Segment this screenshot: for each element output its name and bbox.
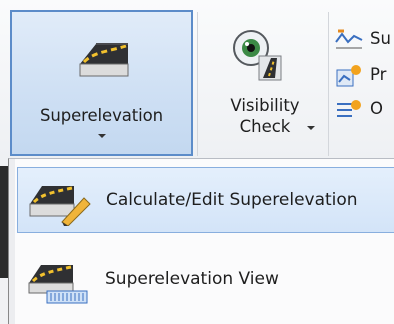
superelevation-view-icon xyxy=(28,265,88,304)
small-command-superelevation[interactable]: Su xyxy=(332,26,394,54)
superelevation-button-dropdown[interactable]: Superelevation xyxy=(12,88,191,154)
calculate-edit-superelevation-icon xyxy=(29,186,91,226)
ribbon-divider xyxy=(197,12,198,156)
window-edge xyxy=(0,166,8,278)
visibility-check-button[interactable]: Visibility Check xyxy=(203,10,327,156)
menu-item-label: Calculate/Edit Superelevation xyxy=(106,190,358,210)
ribbon-divider xyxy=(328,12,329,156)
visibility-eye-icon xyxy=(233,30,282,81)
superelevation-dropdown-menu: Calculate/Edit Superelevation Supereleva… xyxy=(8,158,394,324)
superelevation-split-button[interactable]: Superelevation xyxy=(10,10,193,156)
chevron-down-icon xyxy=(307,126,315,130)
superelevation-graph-icon xyxy=(335,29,363,49)
small-command-label: Pr xyxy=(370,65,387,84)
menu-gutter xyxy=(9,159,15,324)
offset-icon xyxy=(337,100,361,117)
superelevation-road-icon xyxy=(79,43,129,77)
profile-icon xyxy=(336,65,361,87)
visibility-check-label-line1: Visibility xyxy=(230,96,300,115)
superelevation-button-top[interactable] xyxy=(12,12,191,88)
small-command-label: O xyxy=(370,99,383,118)
menu-item-label: Superelevation View xyxy=(105,269,279,289)
small-command-label: Su xyxy=(370,29,391,48)
ribbon-panel: Superelevation Visibility Check Su Pr O xyxy=(0,0,394,160)
superelevation-label: Superelevation xyxy=(40,106,163,125)
menu-item-calculate-edit-superelevation[interactable]: Calculate/Edit Superelevation xyxy=(17,167,394,233)
chevron-down-icon xyxy=(97,134,106,138)
menu-item-superelevation-view[interactable]: Superelevation View xyxy=(17,247,394,313)
small-command-offset[interactable]: O xyxy=(332,96,394,124)
small-command-profile[interactable]: Pr xyxy=(332,62,394,90)
